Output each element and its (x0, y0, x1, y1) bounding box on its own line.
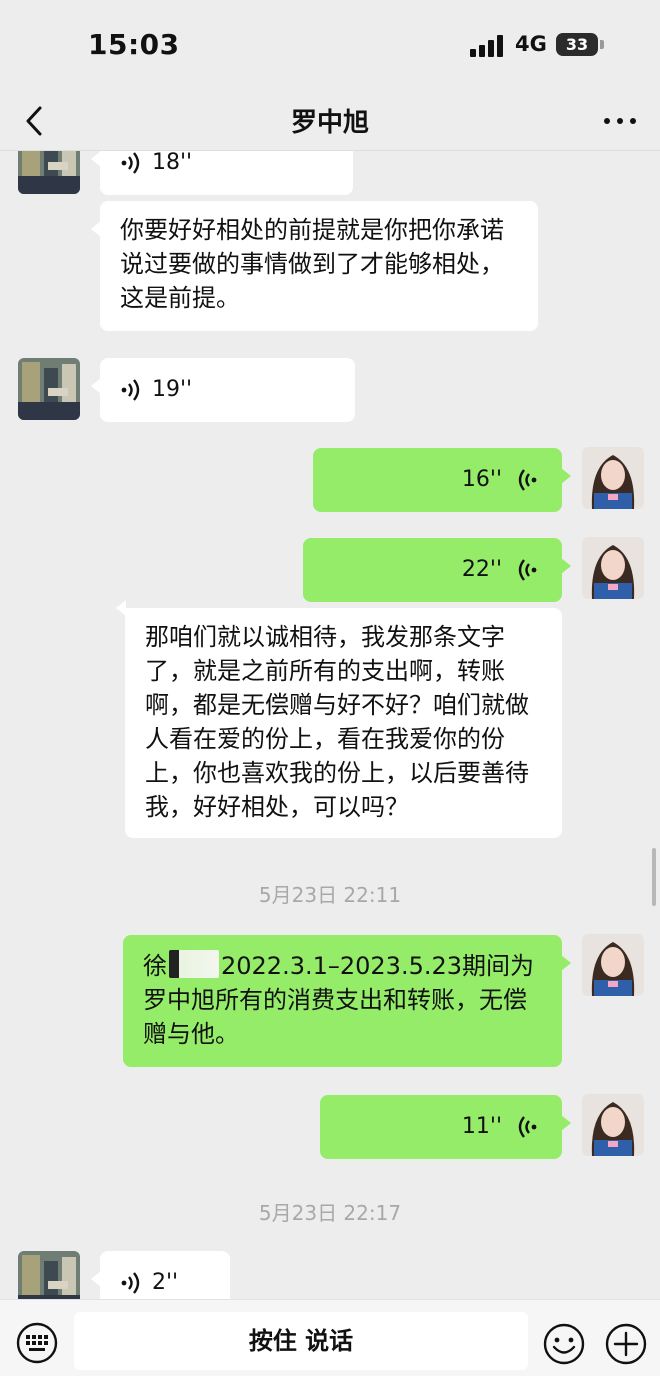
scrollbar[interactable] (652, 848, 656, 906)
voice-message-outgoing[interactable]: 16'' (313, 448, 571, 512)
voice-wave-icon (121, 379, 140, 401)
user-avatar[interactable] (582, 1094, 644, 1156)
user-avatar[interactable] (582, 934, 644, 996)
voice-message-incoming[interactable]: 18'' (91, 151, 353, 195)
user-avatar-image (582, 934, 644, 996)
contact-avatar-image (18, 358, 80, 420)
plus-icon[interactable] (604, 1322, 648, 1366)
message-timestamp: 5月23日 22:17 (258, 1201, 402, 1225)
keyboard-icon[interactable] (16, 1322, 58, 1364)
hold-to-talk-button[interactable]: 按住 说话 (74, 1312, 528, 1370)
network-type: 4G (515, 32, 547, 56)
voice-message-outgoing[interactable]: 22'' (303, 538, 571, 602)
status-time: 15:03 (88, 28, 180, 61)
message-name-prefix: 徐 (143, 952, 167, 980)
input-bar: 按住 说话 (0, 1299, 660, 1376)
voice-duration: 11'' (461, 1114, 502, 1139)
message-text: 那咱们就以诚相待，我发那条文字了，就是之前所有的支出啊，转账啊，都是无偿赠与好不… (145, 623, 529, 821)
message-text: 你要好好相处的前提就是你把你承诺说过要做的事情做到了才能够相处，这是前提。 (120, 216, 504, 312)
battery-level: 33 (556, 33, 598, 56)
user-avatar-image (582, 1094, 644, 1156)
voice-duration: 18'' (152, 151, 193, 175)
contact-avatar[interactable] (18, 151, 80, 194)
text-message-outgoing[interactable]: 徐 2022.3.1–2023.5.23期间为罗中旭所有的消费支出和转账，无偿赠与… (123, 935, 571, 1067)
message-timestamp: 5月23日 22:11 (258, 883, 402, 907)
voice-message-outgoing[interactable]: 11'' (320, 1095, 571, 1159)
redaction-mark (169, 950, 219, 978)
user-avatar[interactable] (582, 447, 644, 509)
contact-avatar[interactable] (18, 1251, 80, 1299)
voice-wave-icon (518, 559, 537, 581)
voice-duration: 22'' (461, 557, 502, 582)
emoji-icon[interactable] (542, 1322, 586, 1366)
nav-bar: 罗中旭 (0, 92, 660, 151)
user-avatar-image (582, 447, 644, 509)
voice-duration: 19'' (152, 377, 193, 402)
contact-avatar-image (18, 151, 80, 194)
voice-wave-icon (518, 1116, 537, 1138)
voice-wave-icon (121, 152, 140, 174)
contact-avatar[interactable] (18, 358, 80, 420)
battery-icon: 33 (556, 33, 606, 56)
voice-wave-icon (121, 1272, 140, 1294)
status-bar: 15:03 4G 33 (0, 0, 660, 92)
chat-messages[interactable]: 18'' 你要好好相处的前提就是你把你承诺说过要做的事情做到了才能够相处，这是前… (0, 151, 660, 1299)
voice-message-incoming[interactable]: 2'' (91, 1251, 230, 1299)
user-avatar-image (582, 537, 644, 599)
signal-icon (470, 35, 503, 57)
voice-message-incoming[interactable]: 19'' (91, 358, 355, 422)
more-dots-icon[interactable] (600, 106, 640, 136)
voice-duration: 2'' (152, 1270, 179, 1295)
text-message-incoming[interactable]: 那咱们就以诚相待，我发那条文字了，就是之前所有的支出啊，转账啊，都是无偿赠与好不… (116, 600, 562, 838)
text-message-incoming[interactable]: 你要好好相处的前提就是你把你承诺说过要做的事情做到了才能够相处，这是前提。 (91, 201, 538, 331)
user-avatar[interactable] (582, 537, 644, 599)
contact-avatar-image (18, 1251, 80, 1299)
chat-title: 罗中旭 (290, 108, 369, 138)
voice-duration: 16'' (461, 467, 502, 492)
voice-wave-icon (518, 469, 537, 491)
